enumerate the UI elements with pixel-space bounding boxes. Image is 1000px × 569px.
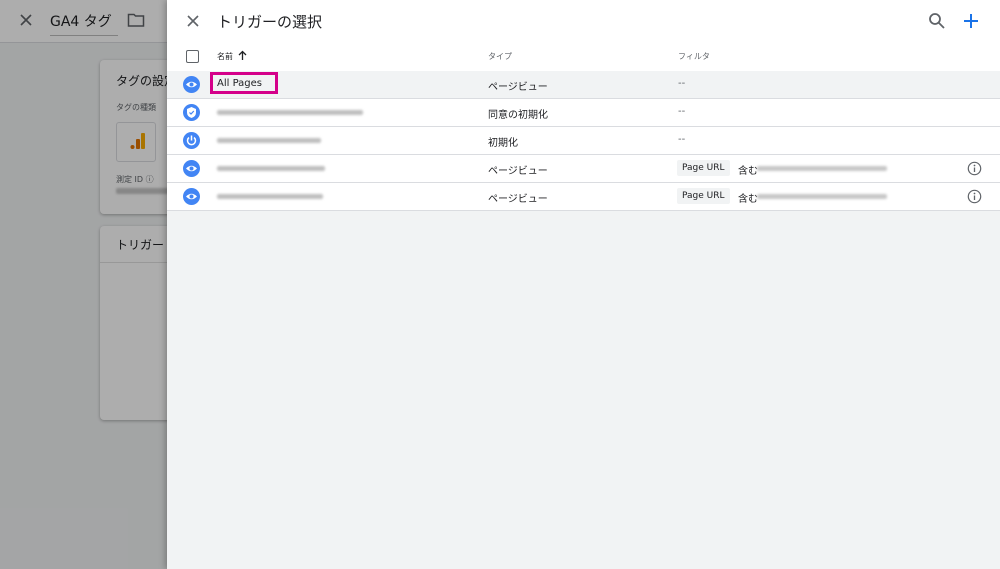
trigger-picker-panel: トリガーの選択 名前 タイプ フィルタ All Pages ページビュー -- … xyxy=(167,0,1000,569)
highlight-box xyxy=(210,72,278,94)
trigger-type: ページビュー xyxy=(488,82,548,93)
trigger-filter: -- xyxy=(678,78,686,89)
trigger-name-redacted[interactable] xyxy=(217,194,323,199)
select-all-checkbox[interactable] xyxy=(186,50,199,63)
trigger-name-redacted[interactable] xyxy=(217,110,363,115)
filter-value-redacted xyxy=(757,166,887,171)
filter-operator: 含む xyxy=(738,166,758,177)
power-icon xyxy=(186,135,197,146)
trigger-filter: -- xyxy=(678,106,686,117)
info-icon[interactable] xyxy=(967,161,982,176)
trigger-type: ページビュー xyxy=(488,166,548,177)
table-row[interactable]: 初期化 -- xyxy=(167,127,1000,155)
column-header-type[interactable]: タイプ xyxy=(488,51,512,62)
close-icon[interactable] xyxy=(183,11,203,31)
filter-variable-chip: Page URL xyxy=(677,188,730,204)
panel-title: トリガーの選択 xyxy=(217,13,323,31)
table-row[interactable]: 同意の初期化 -- xyxy=(167,99,1000,127)
column-header-filter[interactable]: フィルタ xyxy=(678,51,710,62)
filter-value-redacted xyxy=(757,194,887,199)
filter-variable-chip: Page URL xyxy=(677,160,730,176)
trigger-filter: -- xyxy=(678,134,686,145)
table-header: 名前 タイプ フィルタ xyxy=(167,42,1000,72)
search-icon[interactable] xyxy=(927,11,947,31)
column-header-name[interactable]: 名前 xyxy=(217,51,233,62)
eye-icon xyxy=(186,193,197,200)
panel-header: トリガーの選択 xyxy=(167,0,1000,42)
sort-arrow-up-icon[interactable] xyxy=(238,50,247,61)
trigger-type-badge xyxy=(183,132,200,149)
info-icon[interactable] xyxy=(967,189,982,204)
table-row[interactable]: ページビュー Page URL 含む xyxy=(167,155,1000,183)
eye-icon xyxy=(186,81,197,88)
filter-operator: 含む xyxy=(738,194,758,205)
trigger-type-badge xyxy=(183,104,200,121)
shield-icon xyxy=(187,107,196,118)
trigger-name-redacted[interactable] xyxy=(217,138,321,143)
trigger-type-badge xyxy=(183,188,200,205)
trigger-type: ページビュー xyxy=(488,194,548,205)
trigger-name-redacted[interactable] xyxy=(217,166,325,171)
trigger-type: 同意の初期化 xyxy=(488,110,548,121)
trigger-type-badge xyxy=(183,160,200,177)
trigger-type: 初期化 xyxy=(488,138,518,149)
eye-icon xyxy=(186,165,197,172)
add-icon[interactable] xyxy=(959,9,983,33)
table-row[interactable]: ページビュー Page URL 含む xyxy=(167,183,1000,211)
table-row[interactable]: All Pages ページビュー -- xyxy=(167,71,1000,99)
trigger-type-badge xyxy=(183,76,200,93)
